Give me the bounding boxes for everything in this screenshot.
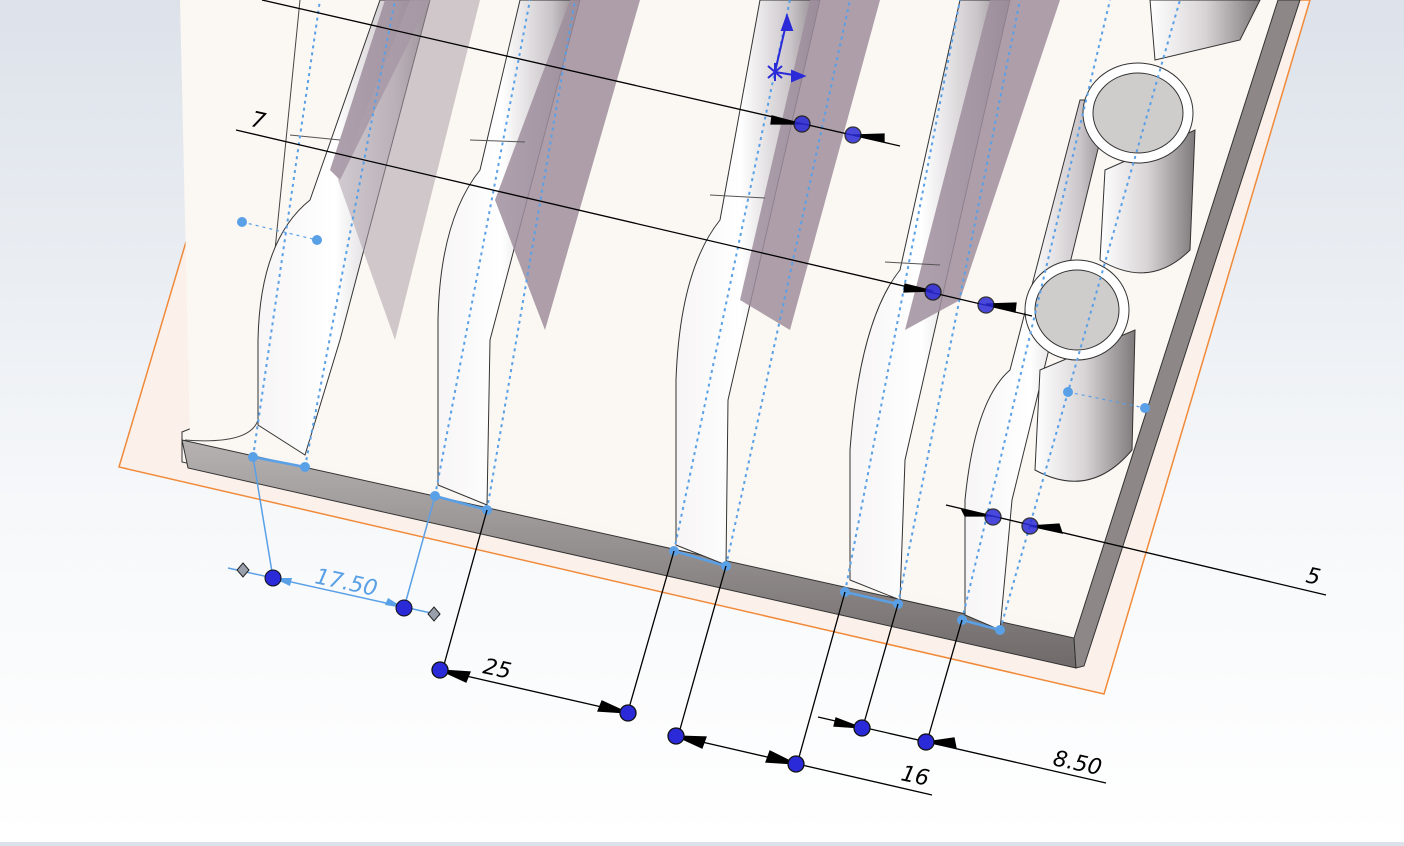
dimension-end-marker-icon (236, 562, 250, 578)
model-canvas[interactable]: 17.50 25 16 8.50 5 7 (0, 0, 1404, 842)
dimension-drag-handle-icon[interactable] (619, 704, 637, 722)
graphics-viewport[interactable]: 17.50 25 16 8.50 5 7 (0, 0, 1404, 842)
dimension-value[interactable]: 8.50 (1051, 746, 1104, 781)
dimension-drag-handle-icon[interactable] (787, 755, 805, 773)
dimension-drag-handle-icon[interactable] (793, 115, 811, 133)
dimension-drag-handle-icon[interactable] (1021, 517, 1039, 535)
dimension-value[interactable]: 16 (899, 761, 932, 791)
dimension-drag-handle-icon[interactable] (984, 508, 1002, 526)
dimension-drag-handle-icon[interactable] (917, 733, 935, 751)
dimension-drag-handle-icon[interactable] (667, 727, 685, 745)
boss-lower[interactable] (1024, 259, 1136, 482)
dimension-drag-handle-icon[interactable] (395, 599, 413, 617)
dimension-drag-handle-icon[interactable] (853, 719, 871, 737)
dimension-drag-handle-icon[interactable] (977, 296, 995, 314)
dimension-drag-handle-icon[interactable] (924, 283, 942, 301)
dimension-drag-handle-icon[interactable] (431, 661, 449, 679)
dimension-value[interactable]: 17.50 (313, 564, 380, 602)
dimension-end-marker-icon (427, 606, 441, 622)
dimension-drag-handle-icon[interactable] (844, 126, 862, 144)
dimension-drag-handle-icon[interactable] (264, 569, 282, 587)
dimension-value[interactable]: 5 (1304, 563, 1323, 590)
